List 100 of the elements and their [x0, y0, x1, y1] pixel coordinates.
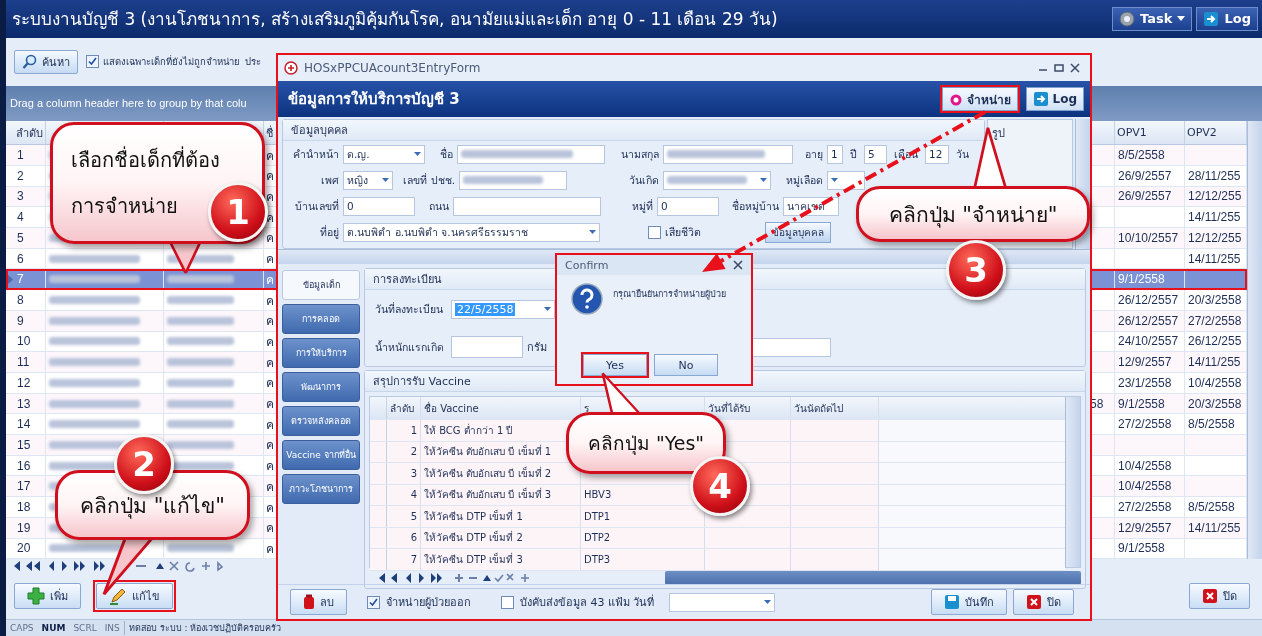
no-button[interactable]: No: [654, 354, 718, 376]
input-field[interactable]: [459, 170, 567, 190]
dialog-title: Confirm: [565, 258, 609, 272]
person-info-button[interactable]: ข้อมูลบุคคล: [765, 221, 831, 243]
column-header[interactable]: ลำดับ: [390, 400, 414, 416]
delete-button[interactable]: ลบ: [290, 589, 347, 615]
field-label: ชื่อหมู่บ้าน: [731, 198, 779, 215]
group-title: สรุปการรับ Vaccine: [373, 374, 471, 390]
input-field[interactable]: 0: [343, 196, 415, 216]
checkbox[interactable]: [501, 595, 514, 609]
scrollbar[interactable]: [665, 571, 1081, 585]
blurred-text: [167, 296, 235, 304]
scrollbar[interactable]: [1247, 121, 1262, 560]
side-tab[interactable]: ภาวะโภชนาการ: [282, 474, 360, 504]
dropdown-field[interactable]: ด.ญ.: [343, 144, 425, 164]
table-cell: 11: [17, 355, 30, 370]
side-tab[interactable]: Vaccine จากที่อื่น: [282, 440, 360, 470]
checkbox[interactable]: [367, 595, 380, 609]
table-cell-text: ค: [266, 333, 274, 351]
dropdown-field[interactable]: [827, 170, 865, 190]
input-field[interactable]: 1: [827, 144, 843, 164]
blurred-text: [167, 399, 235, 408]
yes-button[interactable]: Yes: [583, 354, 647, 376]
trash-icon: [303, 594, 315, 610]
table-cell: 9/1/2558: [1118, 396, 1165, 411]
date-field[interactable]: [668, 592, 775, 612]
table-cell: 10/10/2557: [1118, 230, 1179, 245]
table-cell-text: ค: [266, 313, 274, 331]
exit-icon: [1032, 91, 1049, 107]
input-field[interactable]: 0: [657, 196, 719, 216]
field-label: บ้านเลขที่: [294, 198, 339, 214]
table-row[interactable]: 7 ให้วัคซีน DTP เข็มที่ 3 DTP3: [370, 549, 1065, 571]
input-field[interactable]: [451, 336, 523, 358]
dropdown-field[interactable]: [663, 170, 771, 190]
side-tab[interactable]: การให้บริการ: [282, 338, 360, 368]
input-field[interactable]: [453, 196, 601, 216]
edit-button[interactable]: แก้ไข: [96, 583, 173, 610]
checkbox[interactable]: [86, 55, 99, 69]
dropdown-field[interactable]: หญิง: [343, 170, 393, 190]
table-cell: 12/12/255: [1188, 189, 1242, 204]
dropdown-field[interactable]: ต.นบพิตำ อ.นบพิตำ จ.นครศรีธรรมราช: [343, 222, 600, 242]
add-button[interactable]: เพิ่ม: [14, 583, 81, 610]
side-tab[interactable]: ตรวจหลังคลอด: [282, 406, 360, 436]
field-label: วันที่ลงทะเบียน: [375, 301, 444, 317]
table-cell-text: ค: [266, 209, 274, 227]
table-cell: 26/12/2557: [1118, 313, 1179, 328]
field-label: นามสกุล: [620, 146, 659, 163]
close-icon: [1202, 588, 1218, 605]
table-cell-text: ค: [266, 478, 274, 496]
table-cell-text: ค: [266, 292, 274, 310]
table-cell: 24/10/2557: [1118, 334, 1179, 349]
title-bar-button[interactable]: Task: [1112, 6, 1193, 31]
input-field[interactable]: [663, 144, 793, 164]
side-tab[interactable]: พัฒนาการ: [282, 372, 360, 402]
table-cell: 4: [17, 210, 24, 225]
save-button[interactable]: บันทึก: [931, 589, 1007, 615]
column-header[interactable]: OPV2: [1187, 126, 1217, 140]
column-header[interactable]: วันนัดถัดไป: [794, 400, 843, 416]
table-cell: ให้วัคซีน DTP เข็มที่ 3: [424, 551, 523, 567]
side-tab[interactable]: การคลอด: [282, 304, 360, 334]
checkbox-label: จำหน่ายผู้ป่วยออก: [386, 595, 471, 611]
discharge-button[interactable]: จำหน่าย: [941, 87, 1018, 111]
input-field[interactable]: 5: [864, 144, 887, 164]
table-cell: 26/9/2557: [1118, 189, 1172, 204]
column-header[interactable]: ชื่: [266, 123, 273, 142]
column-header[interactable]: ชื่อ Vaccine: [424, 400, 479, 416]
column-header[interactable]: OPV1: [1117, 126, 1147, 140]
blurred-text: [167, 358, 235, 367]
table-cell: 26/12/255: [1188, 334, 1242, 349]
table-cell: 2: [410, 446, 417, 458]
table-cell: 6: [410, 532, 417, 544]
maximize-icon[interactable]: [1054, 63, 1064, 73]
table-cell: ให้วัคซีน DTP เข็มที่ 2: [424, 530, 523, 546]
close-icon[interactable]: [733, 260, 743, 270]
close-icon[interactable]: [1070, 63, 1080, 73]
table-row[interactable]: 6 ให้วัคซีน DTP เข็มที่ 2 DTP2: [370, 527, 1065, 549]
log-button[interactable]: Log: [1025, 87, 1084, 111]
scrollbar[interactable]: [1065, 397, 1080, 567]
table-cell: 10: [17, 334, 31, 349]
status-indicator: CAPS: [9, 623, 35, 633]
table-cell-text: ค: [266, 499, 274, 517]
column-header[interactable]: ลำดับ: [16, 123, 43, 142]
table-row[interactable]: 5 ให้วัคซีน DTP เข็มที่ 1 DTP1: [370, 506, 1065, 528]
dropdown-arrow-icon: [589, 229, 596, 235]
side-tab[interactable]: ข้อมูลเด็ก: [282, 270, 360, 300]
table-cell-text: ค: [266, 396, 274, 413]
input-field[interactable]: 12: [925, 144, 949, 164]
field-label: ประ: [245, 55, 261, 70]
plus-icon: [27, 587, 45, 606]
title-bar-button[interactable]: Log: [1196, 6, 1258, 31]
input-field[interactable]: [457, 144, 605, 164]
search-icon: [22, 53, 38, 70]
status-indicator: SCRL: [72, 623, 98, 633]
close-button[interactable]: ปิด: [1013, 589, 1074, 615]
close-button[interactable]: ปิด: [1189, 583, 1250, 610]
checkbox[interactable]: [648, 225, 661, 239]
caret-icon: [1177, 15, 1186, 22]
table-cell: 12/9/2557: [1118, 520, 1172, 535]
search-button[interactable]: ค้นหา: [14, 49, 78, 74]
table-cell: 9/1/2558: [1118, 541, 1165, 556]
